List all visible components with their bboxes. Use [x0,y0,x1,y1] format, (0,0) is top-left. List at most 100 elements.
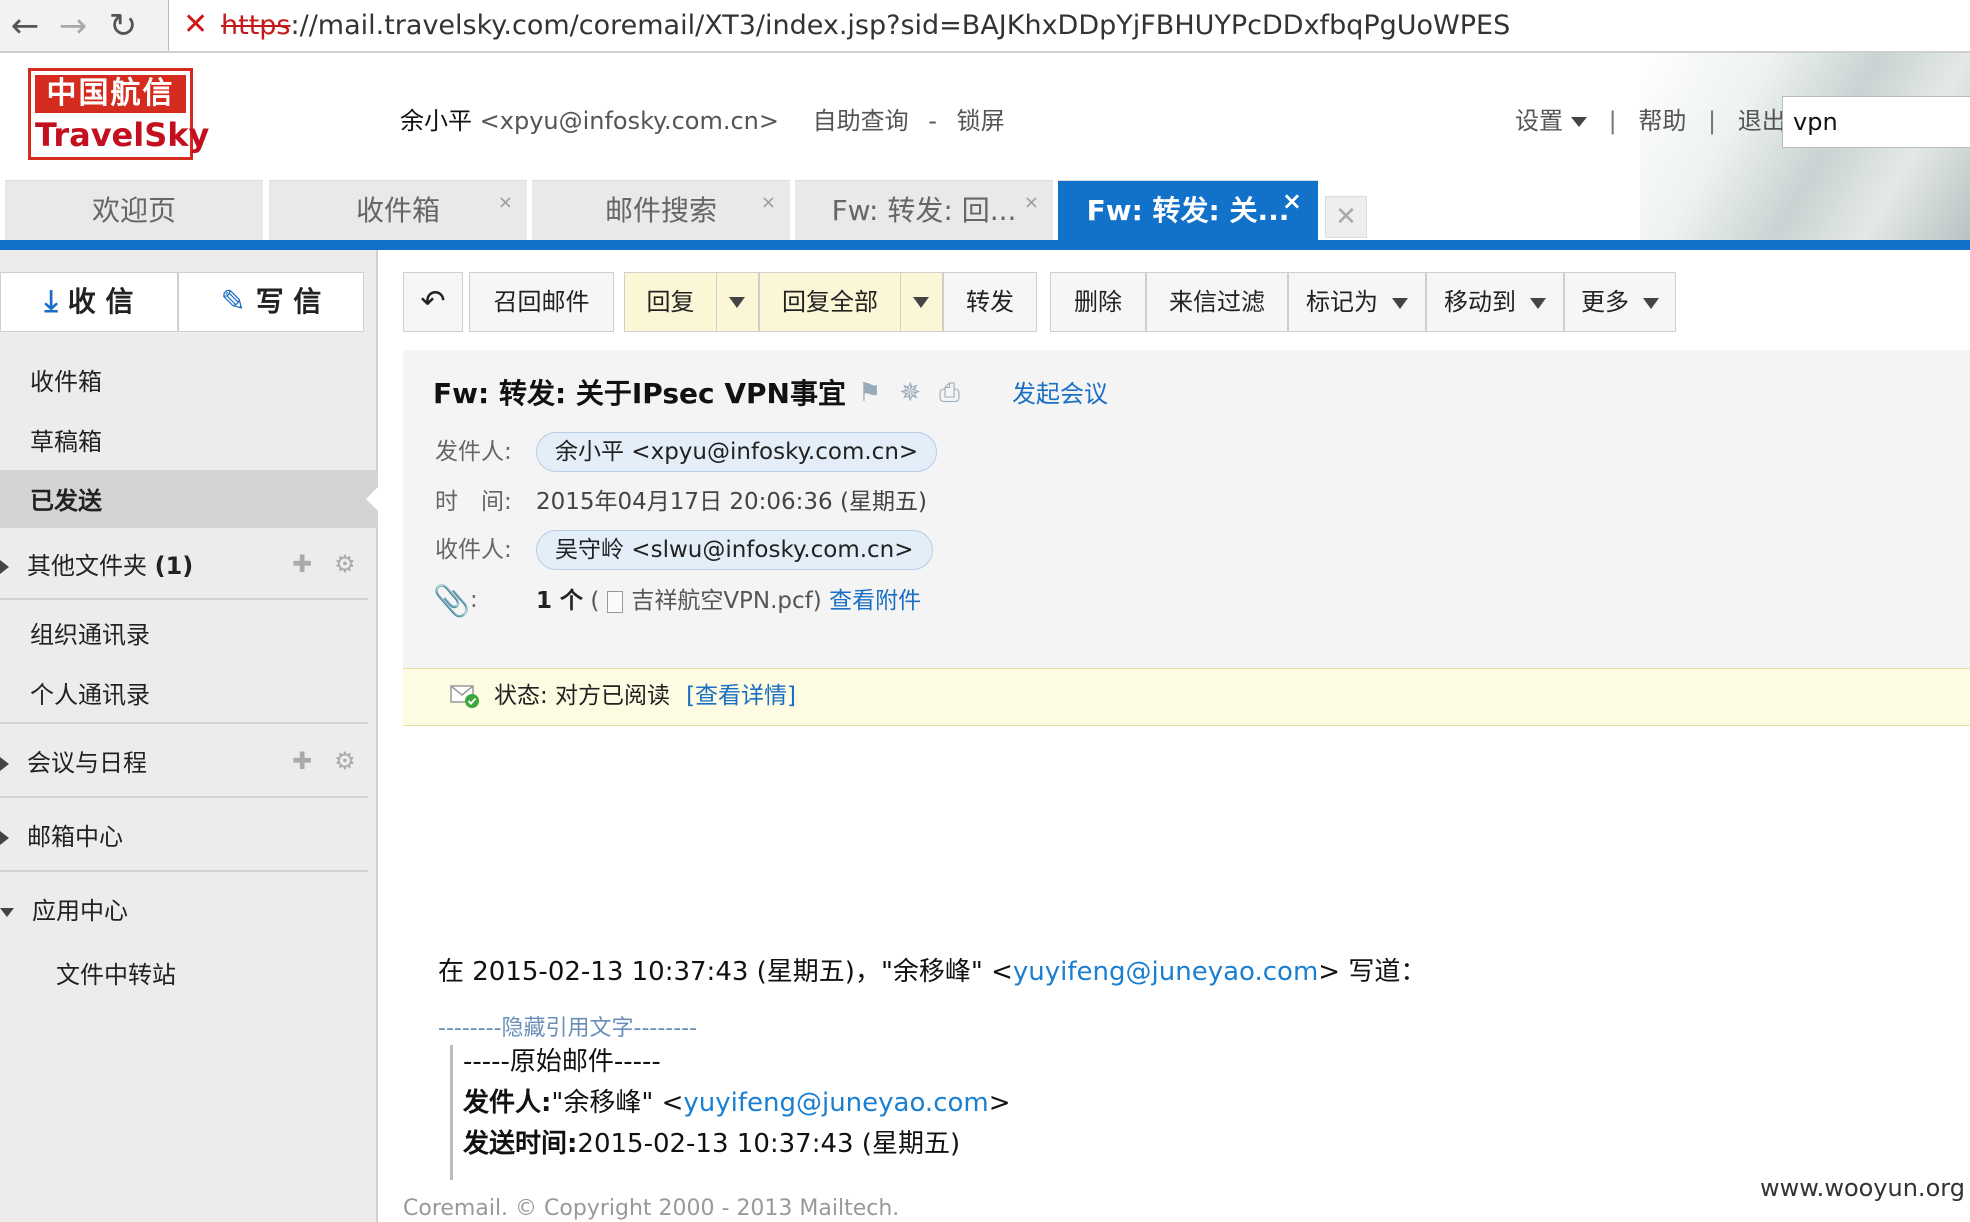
time-value: 2015年04月17日 20:06:36 (星期五) [536,489,927,515]
gear-icon[interactable]: ⚙ [334,747,356,775]
to-address-pill[interactable]: 吴守岭 <slwu@infosky.com.cn> [536,530,933,570]
url-text[interactable]: https://mail.travelsky.com/coremail/XT3/… [221,9,1510,43]
print-icon[interactable]: ⎙ [939,378,960,408]
tab-inbox[interactable]: 收件箱 × [269,180,527,240]
reply-button[interactable]: 回复 [624,272,717,332]
move-to-button[interactable]: 移动到 [1426,272,1564,332]
view-attachment-link[interactable]: 查看附件 [829,588,921,614]
close-icon[interactable]: × [498,173,513,233]
star-icon[interactable]: ✵ [899,378,921,408]
close-all-tabs-icon[interactable]: ✕ [1325,196,1367,238]
insecure-icon: ✕ [183,7,209,42]
quoted-sent-label: 发送时间: [463,1129,578,1159]
mark-as-button[interactable]: 标记为 [1288,272,1426,332]
copyright-footer: Coremail. © Copyright 2000 - 2013 Mailte… [403,1196,900,1221]
expand-triangle-icon[interactable] [0,757,9,771]
url-rest: ://mail.travelsky.com/coremail/XT3/index… [290,10,1511,41]
filter-button[interactable]: 来信过滤 [1146,272,1288,332]
tab-welcome[interactable]: 欢迎页 [5,180,263,240]
quote-bar [450,1045,453,1180]
close-icon[interactable]: × [761,173,776,233]
self-query-link[interactable]: 自助查询 [813,107,909,135]
mark-as-label: 标记为 [1306,288,1378,316]
logo-cn-text: 中国航信 [35,75,186,113]
travelsky-logo[interactable]: 中国航信 TravelSky [28,68,210,160]
address-bar[interactable]: ✕ https://mail.travelsky.com/coremail/XT… [168,0,1970,51]
forward-button[interactable]: 转发 [943,272,1037,332]
attachment-name[interactable]: 吉祥航空VPN.pcf) [631,588,821,614]
sidebar-group-other-folders[interactable]: 其他文件夹 (1) [0,550,193,582]
tab-label: Fw: 转发: 关... [1086,194,1290,227]
quoted-from-line: 发件人:"余移峰" <yuyifeng@juneyao.com> [463,1085,1011,1121]
user-info: 余小平 <xpyu@infosky.com.cn> 自助查询 - 锁屏 [400,106,1005,136]
meeting-actions: ✚ ⚙ [292,747,378,775]
document-icon [607,590,624,613]
lock-screen-link[interactable]: 锁屏 [957,107,1005,135]
dash-separator: - [928,107,937,135]
read-status-text: 状态: 对方已阅读 [494,683,671,709]
other-folders-count: (1) [154,552,194,580]
sidebar-group-app-center[interactable]: 应用中心 [0,895,128,927]
settings-menu[interactable]: 设置 [1515,107,1587,135]
help-link[interactable]: 帮助 [1638,107,1686,135]
more-button[interactable]: 更多 [1564,272,1676,332]
expand-triangle-icon[interactable] [0,831,9,845]
read-receipt-icon [450,685,479,708]
recall-button[interactable]: 召回邮件 [469,272,614,332]
logout-link[interactable]: 退出 [1738,107,1786,135]
view-details-link[interactable]: [查看详情] [686,683,796,709]
sidebar-item-personal-contacts[interactable]: 个人通讯录 [30,679,150,711]
user-email: <xpyu@infosky.com.cn> [479,107,779,135]
app-center-label: 应用中心 [32,897,128,925]
logo-en-text: TravelSky [35,116,210,154]
sidebar-divider [0,722,368,724]
quoted-from-close: > [988,1088,1011,1118]
reply-all-button[interactable]: 回复全部 [759,272,901,332]
delete-button[interactable]: 删除 [1050,272,1146,332]
add-icon[interactable]: ✚ [292,550,312,578]
chevron-down-icon [1530,297,1546,309]
sidebar-item-drafts[interactable]: 草稿箱 [30,426,102,458]
compose-icon: ✎ [220,284,246,319]
attach-colon: : [470,587,478,613]
start-meeting-link[interactable]: 发起会议 [1012,377,1108,411]
email-link[interactable]: yuyifeng@juneyao.com [1013,957,1318,987]
add-icon[interactable]: ✚ [292,747,312,775]
back-button[interactable]: ↶ [403,272,463,332]
sidebar-item-sent[interactable]: 已发送 [30,485,102,517]
tab-label: 邮件搜索 [604,194,717,227]
flag-icon[interactable]: ⚑ [858,378,881,408]
tab-label: 欢迎页 [91,194,176,227]
hidden-quote-toggle[interactable]: --------隐藏引用文字-------- [438,1014,697,1044]
compose-label: 写 信 [255,285,322,318]
quote-intro-suffix: > 写道： [1318,957,1427,987]
quote-intro-prefix: 在 2015-02-13 10:37:43 (星期五)，"余移峰" < [438,957,1013,987]
reply-all-dropdown[interactable] [901,272,943,332]
reply-dropdown[interactable] [717,272,759,332]
compose-button[interactable]: ✎ 写 信 [178,272,364,332]
sidebar-group-mailbox-center[interactable]: 邮箱中心 [0,821,123,853]
sidebar-item-org-contacts[interactable]: 组织通讯录 [30,619,150,651]
sidebar-item-inbox[interactable]: 收件箱 [30,366,102,398]
close-icon[interactable]: × [1282,171,1302,231]
search-input[interactable] [1782,96,1970,148]
selection-notch [366,487,378,511]
back-arrow-icon[interactable]: ← [0,4,50,48]
gear-icon[interactable]: ⚙ [334,550,356,578]
forward-arrow-icon[interactable]: → [48,4,98,48]
reload-icon[interactable]: ↻ [98,4,148,48]
email-link[interactable]: yuyifeng@juneyao.com [683,1088,988,1118]
tab-mail-search[interactable]: 邮件搜索 × [532,180,790,240]
quoted-sent-line: 发送时间:2015-02-13 10:37:43 (星期五) [463,1126,960,1162]
to-label: 收件人: [435,537,512,563]
sidebar-group-meetings[interactable]: 会议与日程 [0,747,147,779]
from-address-pill[interactable]: 余小平 <xpyu@infosky.com.cn> [536,432,938,472]
tab-fw-reply[interactable]: Fw: 转发: 回... × [795,180,1053,240]
collapse-triangle-icon[interactable] [0,907,14,917]
sidebar-item-file-transfer[interactable]: 文件中转站 [56,959,176,991]
close-icon[interactable]: × [1024,173,1039,233]
tab-fw-about[interactable]: Fw: 转发: 关... × [1058,180,1318,240]
expand-triangle-icon[interactable] [0,560,9,574]
subject-icons: ⚑ ✵ ⎙ [858,378,978,409]
receive-button[interactable]: ⤓ 收 信 [0,272,178,332]
